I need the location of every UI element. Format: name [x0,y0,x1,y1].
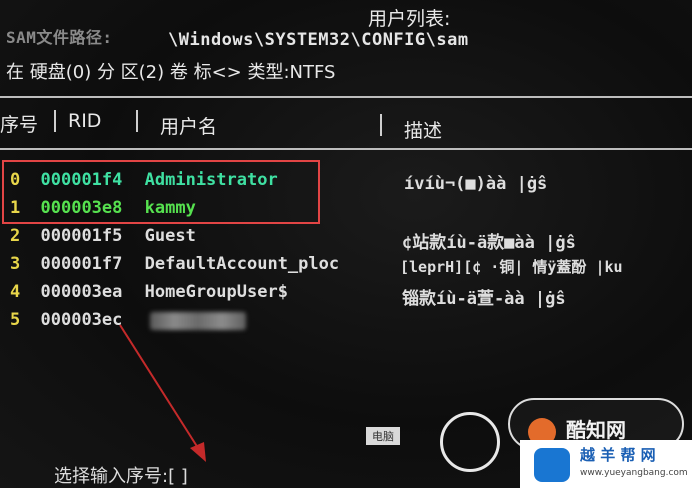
image-tag: 电脑 [366,427,400,445]
watermark-logo-icon [440,412,500,472]
site-logo-icon [534,448,570,482]
kuzhi-brand: 酷知网 [566,418,626,442]
site-watermark: 越 羊 帮 网 www.yueyangbang.com [520,440,692,488]
site-name: 越 羊 帮 网 [580,446,656,464]
select-index-prompt[interactable]: 选择输入序号:[ ] [54,462,188,488]
console-screen: 用户列表: SAM文件路径: \Windows\SYSTEM32\CONFIG\… [0,0,692,488]
site-url: www.yueyangbang.com [580,468,688,478]
